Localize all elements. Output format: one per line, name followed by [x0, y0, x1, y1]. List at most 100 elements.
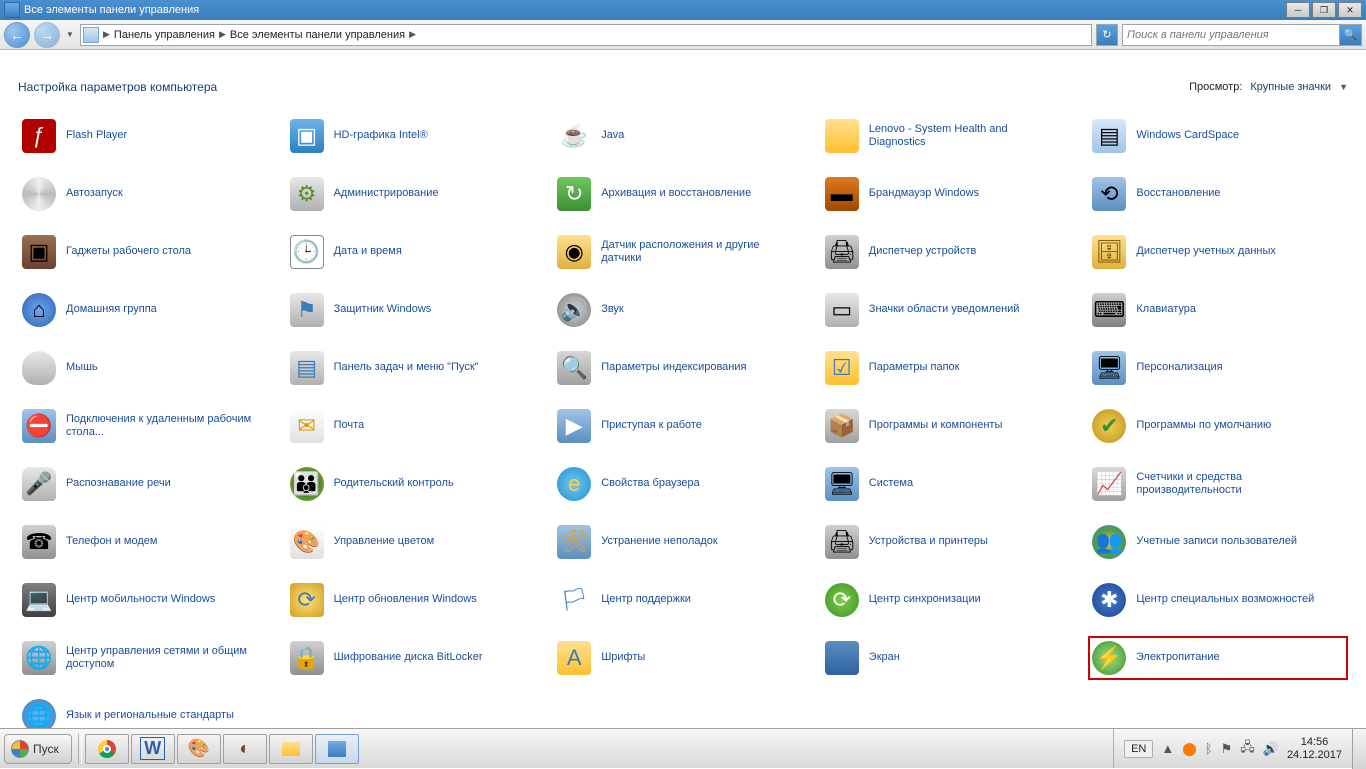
search-box[interactable]: 🔍 [1122, 24, 1362, 46]
cp-item[interactable]: 🎨Управление цветом [286, 520, 546, 564]
cp-item[interactable]: 🎤Распознавание речи [18, 462, 278, 506]
cp-item[interactable]: ◉Датчик расположения и другие датчики [553, 230, 813, 274]
cp-item-label: Центр синхронизации [869, 593, 981, 606]
cp-item-label: Программы и компоненты [869, 419, 1003, 432]
cp-item[interactable]: 🔒Шифрование диска BitLocker [286, 636, 546, 680]
cp-item[interactable]: 🖥Система [821, 462, 1081, 506]
cp-item[interactable]: ✉Почта [286, 404, 546, 448]
cp-item[interactable]: ✱Центр специальных возможностей [1088, 578, 1348, 622]
cp-item[interactable]: ↻Архивация и восстановление [553, 172, 813, 216]
cp-item[interactable]: ⛔Подключения к удаленным рабочим стола..… [18, 404, 278, 448]
ic-fire-icon: ▬ [825, 177, 859, 211]
cp-item[interactable]: Lenovo - System Health and Diagnostics [821, 114, 1081, 158]
chevron-down-icon: ▼ [1339, 82, 1348, 92]
cp-item[interactable]: AШрифты [553, 636, 813, 680]
cp-item[interactable]: ⚡Электропитание [1088, 636, 1348, 680]
ic-index-icon: 🔍 [557, 351, 591, 385]
cp-item[interactable]: ⚙Администрирование [286, 172, 546, 216]
chevron-right-icon[interactable]: ▶ [408, 29, 417, 40]
cp-item[interactable]: ⟳Центр синхронизации [821, 578, 1081, 622]
cp-item[interactable]: ✔Программы по умолчанию [1088, 404, 1348, 448]
taskbar-control-panel[interactable] [315, 734, 359, 764]
palette-icon: 🎨 [188, 738, 210, 759]
maximize-button[interactable]: ❐ [1312, 2, 1336, 18]
cp-item[interactable]: ƒFlash Player [18, 114, 278, 158]
cp-item[interactable]: 🖥Персонализация [1088, 346, 1348, 390]
breadcrumb-current[interactable]: Все элементы панели управления [230, 29, 405, 41]
tray-chevron-icon[interactable]: ▲ [1161, 741, 1174, 756]
cp-item[interactable]: 🛠Устранение неполадок [553, 520, 813, 564]
cp-item[interactable]: 📦Программы и компоненты [821, 404, 1081, 448]
cp-item[interactable]: 🕒Дата и время [286, 230, 546, 274]
avast-icon[interactable]: ⬤ [1182, 741, 1197, 757]
cp-item[interactable]: eСвойства браузера [553, 462, 813, 506]
taskbar-chrome[interactable] [85, 734, 129, 764]
cp-item[interactable]: ☎Телефон и модем [18, 520, 278, 564]
cp-item[interactable]: 🖨Устройства и принтеры [821, 520, 1081, 564]
cp-item[interactable]: 💻Центр мобильности Windows [18, 578, 278, 622]
taskbar-paint[interactable]: 🎨 [177, 734, 221, 764]
cp-item-label: Центр управления сетями и общим доступом [66, 645, 256, 671]
language-indicator[interactable]: EN [1124, 740, 1153, 758]
cp-item[interactable]: ⚑Защитник Windows [286, 288, 546, 332]
refresh-button[interactable]: ↻ [1096, 24, 1118, 46]
breadcrumb-root[interactable]: Панель управления [114, 29, 215, 41]
network-icon[interactable]: 🖧 [1240, 738, 1255, 760]
cp-item[interactable]: 👥Учетные записи пользователей [1088, 520, 1348, 564]
gimp-icon: ◐ [239, 738, 250, 759]
cp-item[interactable]: ▭Значки области уведомлений [821, 288, 1081, 332]
ic-flash-icon: ƒ [22, 119, 56, 153]
cp-item[interactable]: ⟳Центр обновления Windows [286, 578, 546, 622]
ic-font-icon: A [557, 641, 591, 675]
cp-item[interactable]: ▤Панель задач и меню "Пуск" [286, 346, 546, 390]
action-center-icon[interactable]: ⚑ [1221, 741, 1233, 757]
cp-item[interactable]: ▣HD-графика Intel® [286, 114, 546, 158]
cp-item[interactable]: 🔍Параметры индексирования [553, 346, 813, 390]
taskbar-explorer[interactable] [269, 734, 313, 764]
forward-button[interactable]: → [34, 22, 60, 48]
cp-item[interactable]: ▬Брандмауэр Windows [821, 172, 1081, 216]
volume-icon[interactable]: 🔊 [1263, 741, 1279, 757]
cp-item[interactable]: ☕Java [553, 114, 813, 158]
cp-item[interactable]: ▤Windows CardSpace [1088, 114, 1348, 158]
cp-item[interactable]: Экран [821, 636, 1081, 680]
ic-phone-icon: ☎ [22, 525, 56, 559]
search-input[interactable] [1123, 29, 1339, 41]
cp-item[interactable]: 📈Счетчики и средства производительности [1088, 462, 1348, 506]
cp-item[interactable]: 🌐Язык и региональные стандарты [18, 694, 278, 728]
ic-flag-icon: 🏳 [557, 583, 591, 617]
bluetooth-icon[interactable]: ᛒ [1205, 741, 1213, 756]
search-icon[interactable]: 🔍 [1339, 25, 1361, 45]
cp-item[interactable]: 👪Родительский контроль [286, 462, 546, 506]
taskbar-word[interactable]: W [131, 734, 175, 764]
cp-item[interactable]: ▶Приступая к работе [553, 404, 813, 448]
chevron-right-icon[interactable]: ▶ [218, 29, 227, 40]
taskbar-gimp[interactable]: ◐ [223, 734, 267, 764]
close-button[interactable]: ✕ [1338, 2, 1362, 18]
cp-item[interactable]: ⌨Клавиатура [1088, 288, 1348, 332]
view-selector[interactable]: Просмотр: Крупные значки ▼ [1189, 81, 1348, 93]
cp-item-label: Устройства и принтеры [869, 535, 988, 548]
start-button[interactable]: Пуск [4, 734, 72, 764]
cp-item[interactable]: ⟲Восстановление [1088, 172, 1348, 216]
cp-item[interactable]: Автозапуск [18, 172, 278, 216]
cp-item[interactable]: 🏳Центр поддержки [553, 578, 813, 622]
cp-item-label: Датчик расположения и другие датчики [601, 239, 791, 265]
cp-item-label: Свойства браузера [601, 477, 700, 490]
chevron-right-icon[interactable]: ▶ [102, 29, 111, 40]
cp-item[interactable]: Мышь [18, 346, 278, 390]
history-dropdown[interactable]: ▼ [64, 22, 76, 48]
cp-item[interactable]: 🖨Диспетчер устройств [821, 230, 1081, 274]
clock[interactable]: 14:56 24.12.2017 [1287, 736, 1342, 761]
address-bar[interactable]: ▶ Панель управления ▶ Все элементы панел… [80, 24, 1092, 46]
ic-gadget-icon: ▣ [22, 235, 56, 269]
back-button[interactable]: ← [4, 22, 30, 48]
cp-item[interactable]: 🌐Центр управления сетями и общим доступо… [18, 636, 278, 680]
cp-item[interactable]: 🗄Диспетчер учетных данных [1088, 230, 1348, 274]
show-desktop-button[interactable] [1352, 729, 1366, 769]
minimize-button[interactable]: ─ [1286, 2, 1310, 18]
cp-item[interactable]: ⌂Домашняя группа [18, 288, 278, 332]
cp-item[interactable]: 🔊Звук [553, 288, 813, 332]
cp-item[interactable]: ▣Гаджеты рабочего стола [18, 230, 278, 274]
cp-item[interactable]: ☑Параметры папок [821, 346, 1081, 390]
